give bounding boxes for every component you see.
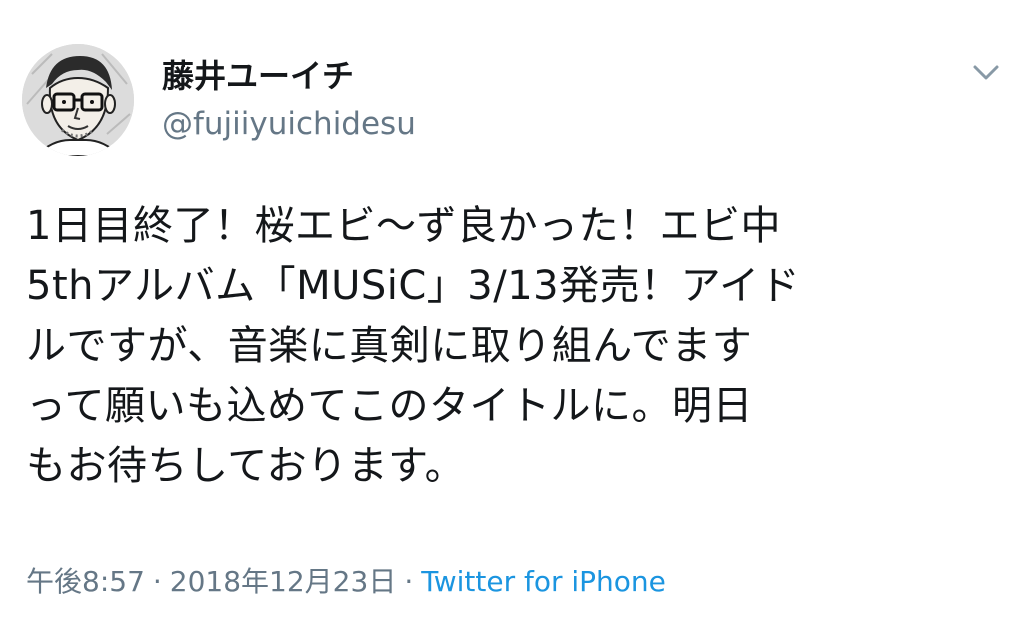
tweet-text-line: 5thアルバム「MUSiC」3/13発売！アイド <box>26 263 801 309</box>
tweet-text-line: 1日目終了！桜エビ〜ず良かった！エビ中 <box>26 203 781 249</box>
tweet-time[interactable]: 午後8:57 <box>26 565 145 598</box>
meta-separator: · <box>404 565 414 598</box>
tweet-text-line: ルですが、音楽に真剣に取り組んでます <box>26 323 753 369</box>
tweet-card: 藤井ユーイチ @fujiiyuichidesu 1日目終了！桜エビ〜ず良かった！… <box>0 0 1024 629</box>
avatar[interactable] <box>22 44 134 156</box>
tweet-date[interactable]: 2018年12月23日 <box>170 565 397 598</box>
display-name[interactable]: 藤井ユーイチ <box>162 56 354 96</box>
chevron-down-icon[interactable] <box>966 58 1006 88</box>
tweet-meta: 午後8:57 · 2018年12月23日 · Twitter for iPhone <box>26 562 666 602</box>
username-handle[interactable]: @fujiiyuichidesu <box>162 104 416 144</box>
tweet-text-line: って願いも込めてこのタイトルに。明日 <box>26 383 753 429</box>
tweet-text-line: もお待ちしております。 <box>26 443 466 489</box>
meta-separator: · <box>152 565 162 598</box>
illustrated-man-glasses-avatar-icon <box>22 44 134 156</box>
tweet-text: 1日目終了！桜エビ〜ず良かった！エビ中 5thアルバム「MUSiC」3/13発売… <box>26 196 1016 496</box>
source-link[interactable]: Twitter for iPhone <box>421 565 666 598</box>
